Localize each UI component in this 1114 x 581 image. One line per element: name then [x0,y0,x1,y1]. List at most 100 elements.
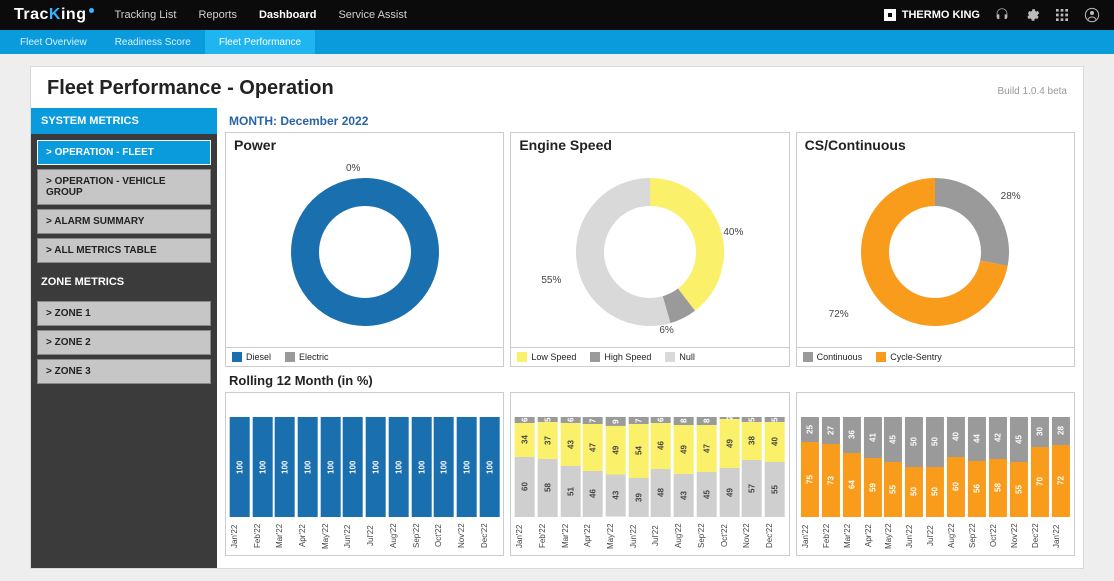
bar-segment: 39 [629,478,649,517]
sidebar-group-system: > OPERATION - FLEET > OPERATION - VEHICLE… [31,134,217,269]
page-header: Fleet Performance - Operation Build 1.0.… [31,67,1083,108]
bar-segment: 100 [321,417,341,517]
bar-column: 100 [298,417,318,517]
subtab-item[interactable]: Fleet Overview [6,30,101,54]
bar-column: 5545 [884,417,902,517]
bar-segment: 42 [989,417,1007,459]
bar-segment: 54 [629,424,649,478]
legend-item: Continuous [803,352,863,362]
sidebar-item[interactable]: > ALARM SUMMARY [37,209,211,234]
bar-segment: 56 [968,461,986,517]
legend-item: Electric [285,352,329,362]
bar-column: 5842 [989,417,1007,517]
grid-apps-icon[interactable] [1054,7,1070,23]
bar-segment: 30 [1031,417,1049,447]
bar-segment: 100 [434,417,454,517]
bar-segment: 37 [538,422,558,459]
bar-segment: 6 [561,417,581,423]
subtab-item[interactable]: Readiness Score [101,30,205,54]
bar-segment: 41 [864,417,882,458]
bar-segment: 40 [947,417,965,457]
chart-legend: DieselElectric [226,347,503,366]
sidebar-item[interactable]: > OPERATION - FLEET [37,140,211,165]
bar-segment: 25 [801,417,819,442]
sidebar-item[interactable]: > ZONE 1 [37,301,211,326]
chart-title: Engine Speed [511,133,788,157]
top-nav: Tracking List Reports Dashboard Service Ass… [114,9,406,21]
donut-chart: 28%72% [797,157,1074,347]
topnav-item[interactable]: Service Assist [338,9,406,21]
bar-segment: 49 [720,419,740,468]
brand-icon [884,9,896,21]
headset-icon[interactable] [994,7,1010,23]
legend-item: Low Speed [517,352,576,362]
bar-column: 7228 [1052,417,1070,517]
bar-column: 43498 [674,417,694,517]
bar-segment: 43 [606,474,626,517]
bar-segment: 55 [765,462,785,517]
bar-segment: 47 [583,424,603,471]
bar-column: 100 [389,417,409,517]
bar-segment: 58 [538,459,558,517]
bar-segment: 8 [697,417,717,425]
bar-segment: 100 [480,417,500,517]
rolling-bar-panel: 100100100100100100100100100100100100Jan'… [225,392,504,556]
rolling-bar-panel: 7525732764365941554550505050604056445842… [796,392,1075,556]
bar-segment: 7 [583,417,603,424]
bar-column: 5644 [968,417,986,517]
build-label: Build 1.0.4 beta [998,86,1068,97]
subtab-item[interactable]: Fleet Performance [205,30,315,54]
legend-swatch-icon [517,352,527,362]
bar-segment: 45 [884,417,902,462]
bar-column: 55405 [765,417,785,517]
chart-card: CS/Continuous 28%72% ContinuousCycle-Sen… [796,132,1075,367]
bar-column: 60346 [515,417,535,517]
brand-label: THERMO KING [884,9,980,21]
sidebar-header-system: SYSTEM METRICS [31,108,217,134]
bar-column: 7525 [801,417,819,517]
chart-legend: Low SpeedHigh SpeedNull [511,347,788,366]
bar-column: 100 [253,417,273,517]
topnav-item[interactable]: Tracking List [114,9,176,21]
logo-part: ing [61,6,87,24]
sidebar-item[interactable]: > ALL METRICS TABLE [37,238,211,263]
logo[interactable]: TracKing [14,6,94,24]
bar-segment: 5 [765,417,785,422]
bar-segment: 34 [515,423,535,457]
bar-segment: 6 [651,417,671,423]
topnav-item[interactable]: Reports [198,9,237,21]
bar-column: 49492 [720,417,740,517]
page-title: Fleet Performance - Operation [47,77,334,100]
sidebar-item[interactable]: > OPERATION - VEHICLE GROUP [37,169,211,205]
bar-segment: 100 [298,417,318,517]
bar-segment: 43 [674,474,694,517]
sidebar-item[interactable]: > ZONE 3 [37,359,211,384]
bar-segment: 64 [843,453,861,517]
logo-dot-icon [89,8,94,13]
bar-segment: 100 [366,417,386,517]
bar-column: 100 [343,417,363,517]
bar-segment: 100 [275,417,295,517]
bar-column: 100 [366,417,386,517]
bar-column: 5545 [1010,417,1028,517]
main-content: MONTH: December 2022 Power 0% DieselElec… [217,108,1083,568]
bar-column: 100 [480,417,500,517]
bar-segment: 100 [253,417,273,517]
topnav-item[interactable]: Dashboard [259,9,316,21]
bar-column: 46477 [583,417,603,517]
bar-column: 43499 [606,417,626,517]
bar-segment: 49 [606,426,626,475]
bar-column: 7327 [822,417,840,517]
sidebar-item[interactable]: > ZONE 2 [37,330,211,355]
legend-swatch-icon [232,352,242,362]
bar-segment: 60 [947,457,965,517]
sidebar-header-zone: ZONE METRICS [31,269,217,295]
bar-column: 5050 [926,417,944,517]
bar-segment: 6 [515,417,535,423]
chart-value-label: 0% [346,163,360,174]
bar-column: 57385 [742,417,762,517]
user-profile-icon[interactable] [1084,7,1100,23]
gear-icon[interactable] [1024,7,1040,23]
donut-chart: 0% [226,157,503,347]
chart-value-label: 28% [1001,191,1021,202]
